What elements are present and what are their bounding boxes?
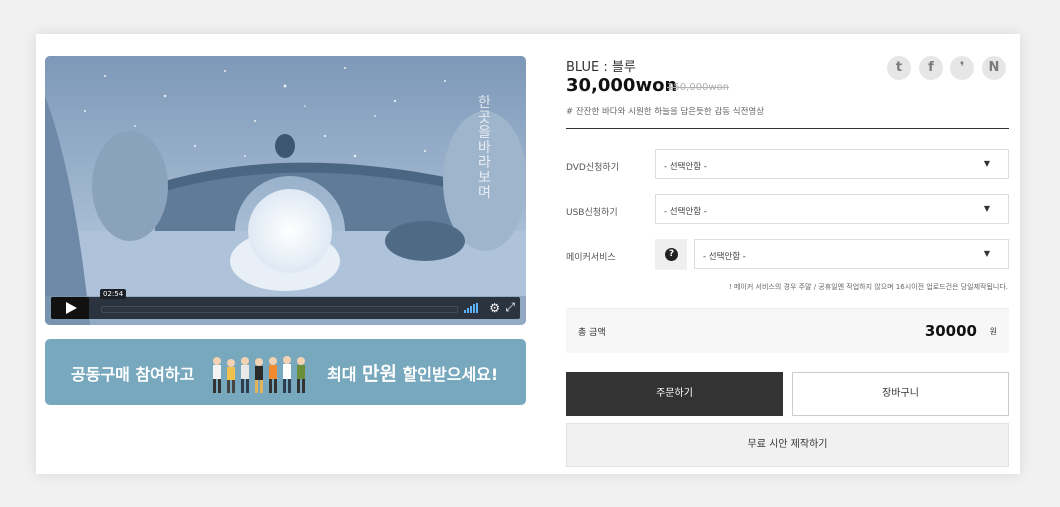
free-trial-button[interactable]: 무료 시안 제작하기: [566, 423, 1009, 467]
total-label: 총 금액: [578, 328, 606, 338]
kakao-story-icon[interactable]: ❜: [950, 56, 974, 80]
dvd-option-select[interactable]: - 선택안함 - ▼: [655, 149, 1009, 179]
banner-text-right: 최대 만원 할인받으세요!: [327, 359, 498, 386]
cart-button[interactable]: 장바구니: [792, 372, 1009, 416]
video-player[interactable]: 한 곳을 바라보며 02:54 ⚙ ⤢: [45, 56, 526, 325]
dvd-option-label: DVD신청하기: [566, 163, 619, 173]
banner-emphasis: 만원: [362, 363, 397, 385]
video-timecode: 02:54: [100, 289, 127, 299]
maker-service-select[interactable]: - 선택안함 - ▼: [694, 239, 1009, 269]
original-price: 150,000won: [667, 82, 729, 93]
question-icon: ?: [665, 248, 678, 261]
product-title: BLUE : 블루: [566, 60, 636, 75]
volume-bars-icon[interactable]: [464, 303, 480, 313]
order-button[interactable]: 주문하기: [566, 372, 783, 416]
naver-icon[interactable]: N: [982, 56, 1006, 80]
maker-service-value: - 선택안함 -: [703, 252, 746, 262]
chevron-down-icon: ▼: [983, 159, 990, 168]
video-thumbnail: [45, 56, 526, 325]
people-illustration: [213, 356, 305, 393]
total-unit: 원: [989, 327, 997, 336]
usb-option-select[interactable]: - 선택안함 - ▼: [655, 194, 1009, 224]
group-buy-banner[interactable]: 공동구매 참여하고 최대 만원 할인받으세요!: [45, 339, 526, 405]
maker-service-notice: ! 메이커 서비스의 경우 주말 / 공휴일엔 작업하지 않으며 16시이전 업…: [728, 283, 1008, 291]
fullscreen-icon[interactable]: ⤢: [505, 300, 515, 315]
chevron-down-icon: ▼: [983, 249, 990, 258]
banner-suffix: 할인받으세요!: [402, 365, 499, 384]
chevron-down-icon: ▼: [983, 204, 990, 213]
play-icon[interactable]: [51, 297, 89, 319]
product-card: 한 곳을 바라보며 02:54 ⚙ ⤢ 공동구매 참여하고 최대 만원 할인받으…: [36, 34, 1020, 474]
video-controls: 02:54 ⚙ ⤢: [51, 289, 520, 319]
product-price: 30,000won: [566, 75, 678, 96]
facebook-icon[interactable]: f: [919, 56, 943, 80]
help-button[interactable]: ?: [655, 239, 687, 270]
banner-text-left: 공동구매 참여하고: [71, 365, 195, 384]
seek-bar[interactable]: [101, 306, 458, 313]
video-overlay-title: 한 곳을 바라보며: [478, 95, 491, 201]
usb-option-value: - 선택안함 -: [664, 207, 707, 217]
total-box: 총 금액 30000 원: [566, 308, 1009, 353]
divider: [566, 128, 1009, 129]
dvd-option-value: - 선택안함 -: [664, 162, 707, 172]
banner-prefix: 최대: [327, 365, 357, 384]
product-description: # 잔잔한 바다와 시원한 하늘을 담은듯한 감동 식전영상: [566, 107, 765, 117]
total-value: 30000: [924, 322, 977, 340]
usb-option-label: USB신청하기: [566, 208, 618, 218]
gear-icon[interactable]: ⚙: [489, 301, 500, 315]
maker-service-label: 메이커서비스: [566, 253, 616, 263]
twitter-icon[interactable]: t: [887, 56, 911, 80]
